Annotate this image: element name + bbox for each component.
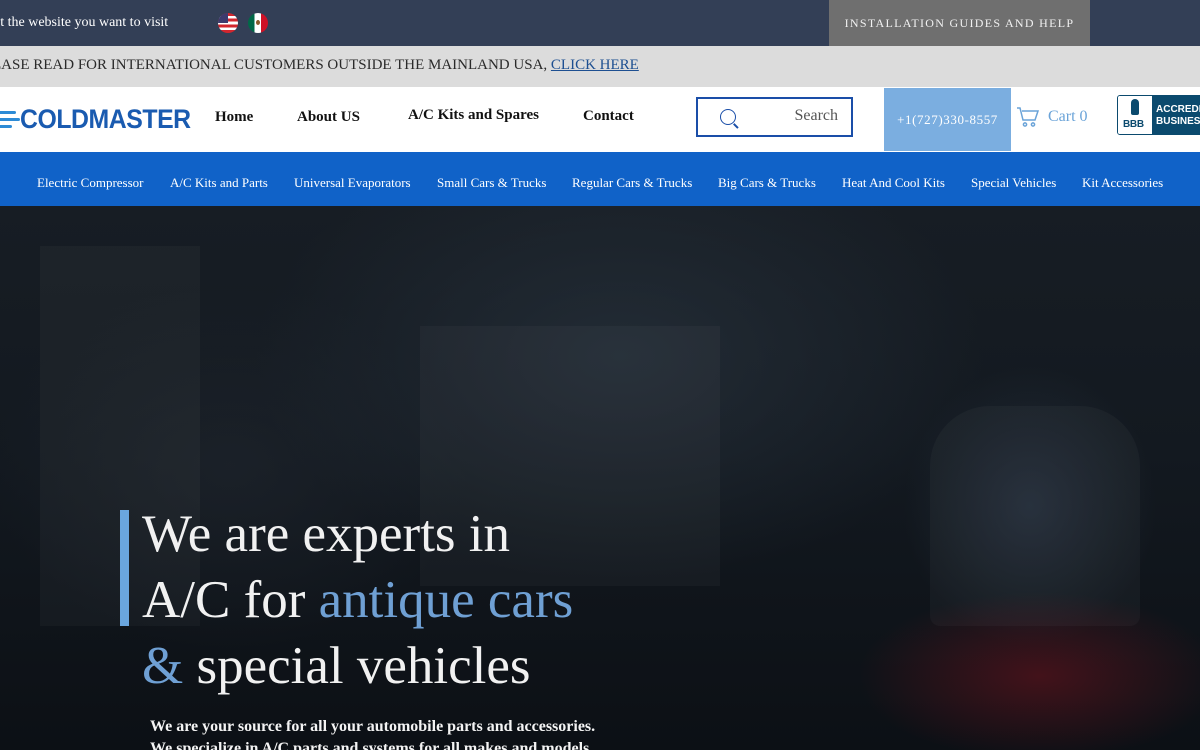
hero-banner: We are experts in A/C for antique cars &… xyxy=(0,206,1200,750)
nav-ac-kits-and-spares[interactable]: A/C Kits and Spares xyxy=(408,107,539,124)
notice-message: EASE READ FOR INTERNATIONAL CUSTOMERS OU… xyxy=(0,57,551,73)
hero-heading-line2: A/C for antique cars xyxy=(142,567,573,633)
hero-line3-plain: special vehicles xyxy=(183,637,531,695)
hero-line2-accent: antique cars xyxy=(318,571,574,629)
search-input[interactable] xyxy=(748,107,838,125)
nav-home[interactable]: Home xyxy=(215,109,253,126)
bbb-accredited-text: ACCREDI BUSINES xyxy=(1152,96,1200,134)
installation-guides-button[interactable]: INSTALLATION GUIDES AND HELP xyxy=(829,0,1090,46)
bbb-accredited-badge[interactable]: BBB ACCREDI BUSINES xyxy=(1117,95,1200,135)
category-special-vehicles[interactable]: Special Vehicles xyxy=(971,175,1056,191)
hero-subtext-line1: We are your source for all your automobi… xyxy=(150,718,596,735)
category-heat-and-cool-kits[interactable]: Heat And Cool Kits xyxy=(842,175,945,191)
category-kit-accessories[interactable]: Kit Accessories xyxy=(1082,175,1163,191)
mexico-flag-icon[interactable] xyxy=(248,13,268,33)
site-select-text: ct the website you want to visit xyxy=(0,15,169,30)
category-electric-compressor[interactable]: Electric Compressor xyxy=(37,175,144,191)
hero-accent-bar xyxy=(120,510,129,626)
nav-contact[interactable]: Contact xyxy=(583,108,634,125)
notice-click-here-link[interactable]: CLICK HERE xyxy=(551,57,639,73)
search-box[interactable] xyxy=(696,97,853,137)
search-icon[interactable] xyxy=(720,109,736,125)
us-flag-icon[interactable] xyxy=(218,13,238,33)
main-header: COLDMASTER Home About US A/C Kits and Sp… xyxy=(0,87,1200,152)
bbb-logo-text: BBB xyxy=(1123,119,1144,130)
notice-text: EASE READ FOR INTERNATIONAL CUSTOMERS OU… xyxy=(0,57,639,74)
cart-button[interactable]: Cart 0 xyxy=(1016,104,1088,130)
hero-heading-line1: We are experts in xyxy=(142,505,511,563)
category-regular-cars-trucks[interactable]: Regular Cars & Trucks xyxy=(572,175,692,191)
category-ac-kits-and-parts[interactable]: A/C Kits and Parts xyxy=(170,175,268,191)
hero-subtext-line2: We specialize in A/C parts and systems f… xyxy=(150,740,594,750)
hero-subtext: We are your source for all your automobi… xyxy=(150,716,595,750)
cart-count: 0 xyxy=(1079,108,1088,125)
hero-background-vintage-truck xyxy=(930,406,1140,626)
bbb-line2: BUSINES xyxy=(1156,116,1200,127)
hero-line3-accent: & xyxy=(142,637,184,695)
category-big-cars-trucks[interactable]: Big Cars & Trucks xyxy=(718,175,816,191)
logo-text: COLDMASTER xyxy=(20,103,191,134)
hero-heading-line3: & special vehicles xyxy=(142,633,573,699)
top-bar: ct the website you want to visit INSTALL… xyxy=(0,0,1200,46)
category-small-cars-trucks[interactable]: Small Cars & Trucks xyxy=(437,175,546,191)
bbb-line1: ACCREDI xyxy=(1156,104,1200,115)
coldmaster-logo[interactable]: COLDMASTER xyxy=(0,101,206,137)
bbb-torch-icon: BBB xyxy=(1118,96,1152,134)
cart-icon xyxy=(1017,107,1040,127)
category-universal-evaporators[interactable]: Universal Evaporators xyxy=(294,175,411,191)
phone-button[interactable]: +1(727)330-8557 xyxy=(884,88,1011,151)
cart-label: Cart xyxy=(1048,108,1076,125)
international-notice-bar: EASE READ FOR INTERNATIONAL CUSTOMERS OU… xyxy=(0,46,1200,87)
hero-line2-plain: A/C for xyxy=(142,571,319,629)
nav-about-us[interactable]: About US xyxy=(297,109,360,126)
category-nav-bar: Electric Compressor A/C Kits and Parts U… xyxy=(0,152,1200,206)
snowflake-wind-icon xyxy=(0,104,20,134)
hero-heading: We are experts in A/C for antique cars &… xyxy=(142,501,573,699)
